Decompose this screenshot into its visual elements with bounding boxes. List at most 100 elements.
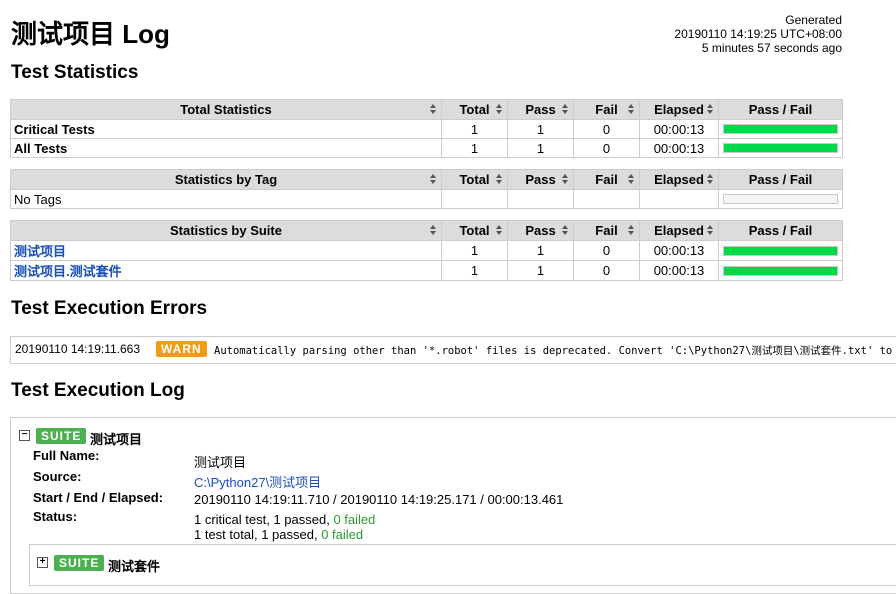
stat-graph — [718, 119, 843, 139]
header-statistics-by-suite[interactable]: Statistics by Suite — [10, 220, 442, 241]
header-fail[interactable]: Fail — [573, 220, 640, 241]
stat-name: All Tests — [10, 138, 442, 158]
stat-pass: 1 — [507, 260, 574, 281]
pass-bar-fill — [724, 266, 837, 275]
header-fail[interactable]: Fail — [573, 99, 640, 120]
generated-info: Generated 20190110 14:19:25 UTC+08:00 5 … — [674, 13, 842, 55]
header-elapsed[interactable]: Elapsed — [639, 99, 719, 120]
stat-total: 1 — [441, 260, 508, 281]
header-fail[interactable]: Fail — [573, 169, 640, 190]
header-elapsed[interactable]: Elapsed — [639, 169, 719, 190]
failed-count: 0 failed — [333, 512, 376, 527]
stat-graph — [718, 260, 843, 281]
stat-pass: 1 — [507, 240, 574, 261]
header-pass[interactable]: Pass — [507, 220, 574, 241]
suite-statistics-table: Statistics by Suite Total Pass Fail Elap… — [10, 220, 843, 281]
full-name-value: 测试项目 — [194, 455, 247, 470]
stat-fail: 0 — [573, 138, 640, 158]
sort-icon — [707, 104, 714, 115]
sort-icon — [628, 225, 635, 236]
sort-icon — [496, 225, 503, 236]
collapse-toggle-icon[interactable]: − — [19, 430, 30, 441]
section-test-statistics: Test Statistics — [11, 62, 139, 83]
pass-fail-bar — [723, 124, 838, 134]
stat-total: 1 — [441, 119, 508, 139]
child-suite-name[interactable]: 测试套件 — [108, 556, 160, 575]
pass-fail-bar — [723, 143, 838, 153]
header-total[interactable]: Total — [441, 169, 508, 190]
child-suite: + SUITE 测试套件 — [29, 544, 896, 586]
sort-icon — [430, 174, 437, 185]
stat-elapsed: 00:00:13 — [639, 240, 719, 261]
pass-fail-bar-empty — [723, 194, 838, 204]
stat-name: No Tags — [10, 189, 442, 209]
stat-graph — [718, 138, 843, 158]
sort-icon — [707, 225, 714, 236]
stat-pass: 1 — [507, 119, 574, 139]
header-pass[interactable]: Pass — [507, 99, 574, 120]
stat-elapsed: 00:00:13 — [639, 138, 719, 158]
table-row: 测试项目 1 1 0 00:00:13 — [10, 240, 843, 261]
sort-icon — [562, 104, 569, 115]
header-total[interactable]: Total — [441, 99, 508, 120]
source-label: Source: — [33, 469, 82, 484]
stat-fail: 0 — [573, 119, 640, 139]
stat-name: Critical Tests — [10, 119, 442, 139]
header-total-statistics[interactable]: Total Statistics — [10, 99, 442, 120]
error-message: Automatically parsing other than '*.robo… — [214, 345, 893, 357]
suite-name[interactable]: 测试项目 — [90, 429, 142, 448]
suite-log: − SUITE 测试项目 Full Name: 测试项目 Source: C:\… — [10, 417, 896, 594]
header-total[interactable]: Total — [441, 220, 508, 241]
times-value: 20190110 14:19:11.710 / 20190110 14:19:2… — [194, 492, 564, 507]
stat-total: 1 — [441, 138, 508, 158]
generated-label: Generated — [785, 13, 842, 27]
table-row: Critical Tests 1 1 0 00:00:13 — [10, 119, 843, 139]
header-pass[interactable]: Pass — [507, 169, 574, 190]
stat-graph — [718, 240, 843, 261]
pass-bar-fill — [724, 246, 837, 255]
sort-icon — [430, 104, 437, 115]
suite-badge: SUITE — [36, 428, 87, 444]
stat-fail: 0 — [573, 260, 640, 281]
sort-icon — [628, 174, 635, 185]
status-label: Status: — [33, 509, 78, 524]
suite-link[interactable]: 测试项目.测试套件 — [14, 264, 122, 279]
sort-icon — [628, 104, 635, 115]
suite-link[interactable]: 测试项目 — [14, 244, 66, 259]
table-row: 测试项目.测试套件 1 1 0 00:00:13 — [10, 260, 843, 281]
table-row: No Tags — [10, 189, 843, 209]
warn-badge: WARN — [156, 341, 207, 357]
suite-badge: SUITE — [54, 555, 105, 571]
error-row: 20190110 14:19:11.663 WARN Automatically… — [10, 336, 896, 364]
source-link[interactable]: C:\Python27\测试项目 — [194, 472, 321, 491]
sort-icon — [430, 225, 437, 236]
section-test-execution-errors: Test Execution Errors — [11, 298, 208, 319]
expand-toggle-icon[interactable]: + — [37, 557, 48, 568]
total-statistics-table: Total Statistics Total Pass Fail Elapsed… — [10, 99, 843, 158]
sort-icon — [496, 104, 503, 115]
stat-fail: 0 — [573, 240, 640, 261]
sort-icon — [562, 225, 569, 236]
stat-elapsed: 00:00:13 — [639, 119, 719, 139]
pass-fail-bar — [723, 265, 838, 276]
times-label: Start / End / Elapsed: — [33, 490, 164, 505]
table-row: All Tests 1 1 0 00:00:13 — [10, 138, 843, 158]
section-test-execution-log: Test Execution Log — [11, 380, 185, 401]
error-timestamp: 20190110 14:19:11.663 — [15, 342, 141, 356]
stat-elapsed: 00:00:13 — [639, 260, 719, 281]
pass-bar-fill — [724, 144, 837, 152]
sort-icon — [707, 174, 714, 185]
header-statistics-by-tag[interactable]: Statistics by Tag — [10, 169, 442, 190]
pass-fail-bar — [723, 245, 838, 256]
stat-graph — [718, 189, 843, 209]
full-name-label: Full Name: — [33, 448, 100, 463]
generated-ago: 5 minutes 57 seconds ago — [701, 41, 842, 55]
pass-bar-fill — [724, 125, 837, 133]
status-line-critical: 1 critical test, 1 passed, 0 failed — [194, 512, 376, 527]
stat-pass: 1 — [507, 138, 574, 158]
sort-icon — [562, 174, 569, 185]
header-elapsed[interactable]: Elapsed — [639, 220, 719, 241]
stat-total: 1 — [441, 240, 508, 261]
generated-time: 20190110 14:19:25 UTC+08:00 — [674, 27, 842, 41]
header-pass-fail: Pass / Fail — [718, 220, 843, 241]
